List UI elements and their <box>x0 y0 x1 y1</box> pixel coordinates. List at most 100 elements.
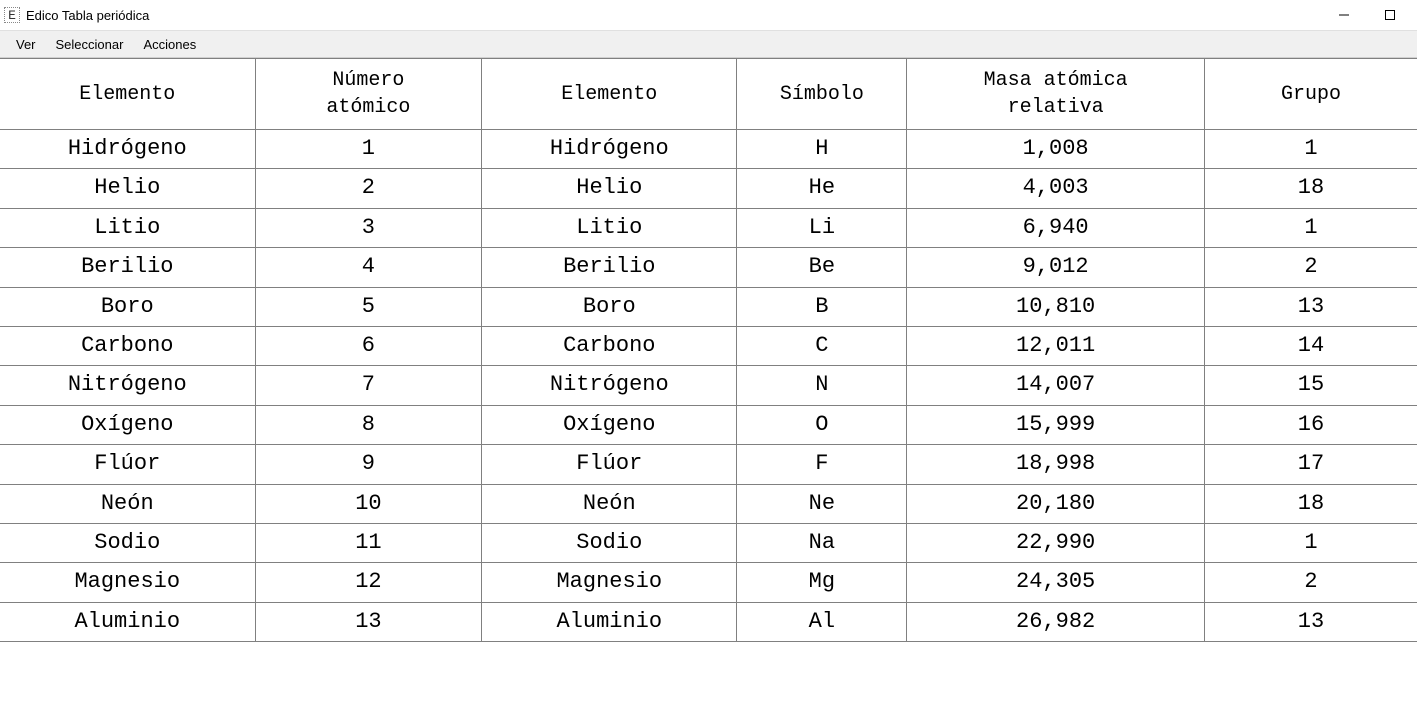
table-cell[interactable]: H <box>737 130 907 169</box>
table-cell[interactable]: 8 <box>255 405 482 444</box>
table-row[interactable]: Helio2HelioHe4,00318 <box>0 169 1417 208</box>
table-cell[interactable]: 16 <box>1204 405 1417 444</box>
col-header-elemento-1[interactable]: Elemento <box>0 59 255 130</box>
table-container[interactable]: Elemento Númeroatómico Elemento Símbolo … <box>0 58 1417 728</box>
table-cell[interactable]: 12,011 <box>907 326 1205 365</box>
table-cell[interactable]: 13 <box>1204 287 1417 326</box>
table-cell[interactable]: Sodio <box>0 523 255 562</box>
table-cell[interactable]: 3 <box>255 208 482 247</box>
table-cell[interactable]: Berilio <box>0 248 255 287</box>
table-cell[interactable]: 9,012 <box>907 248 1205 287</box>
table-row[interactable]: Aluminio13AluminioAl26,98213 <box>0 602 1417 641</box>
table-cell[interactable]: 13 <box>255 602 482 641</box>
table-cell[interactable]: Litio <box>0 208 255 247</box>
table-cell[interactable]: Ne <box>737 484 907 523</box>
table-row[interactable]: Sodio11SodioNa22,9901 <box>0 523 1417 562</box>
table-cell[interactable]: 2 <box>255 169 482 208</box>
col-header-simbolo[interactable]: Símbolo <box>737 59 907 130</box>
menu-ver[interactable]: Ver <box>6 34 46 55</box>
table-cell[interactable]: 1 <box>1204 523 1417 562</box>
table-cell[interactable]: 15 <box>1204 366 1417 405</box>
table-row[interactable]: Nitrógeno7NitrógenoN14,00715 <box>0 366 1417 405</box>
table-row[interactable]: Berilio4BerilioBe9,0122 <box>0 248 1417 287</box>
table-cell[interactable]: 9 <box>255 445 482 484</box>
table-cell[interactable]: Hidrógeno <box>0 130 255 169</box>
table-cell[interactable]: Magnesio <box>482 563 737 602</box>
table-cell[interactable]: F <box>737 445 907 484</box>
table-cell[interactable]: 1,008 <box>907 130 1205 169</box>
table-cell[interactable]: 18,998 <box>907 445 1205 484</box>
table-cell[interactable]: Be <box>737 248 907 287</box>
table-cell[interactable]: 2 <box>1204 563 1417 602</box>
table-cell[interactable]: 4 <box>255 248 482 287</box>
table-cell[interactable]: Hidrógeno <box>482 130 737 169</box>
table-cell[interactable]: 1 <box>255 130 482 169</box>
table-cell[interactable]: Li <box>737 208 907 247</box>
table-cell[interactable]: Boro <box>0 287 255 326</box>
table-cell[interactable]: Neón <box>0 484 255 523</box>
table-cell[interactable]: B <box>737 287 907 326</box>
table-cell[interactable]: Flúor <box>482 445 737 484</box>
table-row[interactable]: Boro5BoroB10,81013 <box>0 287 1417 326</box>
table-cell[interactable]: Carbono <box>482 326 737 365</box>
table-cell[interactable]: 18 <box>1204 169 1417 208</box>
table-row[interactable]: Carbono6CarbonoC12,01114 <box>0 326 1417 365</box>
table-cell[interactable]: 17 <box>1204 445 1417 484</box>
table-cell[interactable]: 10,810 <box>907 287 1205 326</box>
table-cell[interactable]: Mg <box>737 563 907 602</box>
col-header-masa-atomica[interactable]: Masa atómicarelativa <box>907 59 1205 130</box>
table-cell[interactable]: C <box>737 326 907 365</box>
table-cell[interactable]: Al <box>737 602 907 641</box>
maximize-button[interactable] <box>1367 0 1413 30</box>
table-cell[interactable]: 10 <box>255 484 482 523</box>
table-cell[interactable]: Sodio <box>482 523 737 562</box>
table-cell[interactable]: Neón <box>482 484 737 523</box>
table-cell[interactable]: 11 <box>255 523 482 562</box>
table-cell[interactable]: N <box>737 366 907 405</box>
table-cell[interactable]: 26,982 <box>907 602 1205 641</box>
minimize-button[interactable] <box>1321 0 1367 30</box>
table-cell[interactable]: Aluminio <box>482 602 737 641</box>
table-cell[interactable]: 6,940 <box>907 208 1205 247</box>
menu-seleccionar[interactable]: Seleccionar <box>46 34 134 55</box>
table-cell[interactable]: Helio <box>0 169 255 208</box>
table-cell[interactable]: 5 <box>255 287 482 326</box>
menu-acciones[interactable]: Acciones <box>133 34 206 55</box>
table-cell[interactable]: 2 <box>1204 248 1417 287</box>
table-cell[interactable]: Flúor <box>0 445 255 484</box>
col-header-elemento-2[interactable]: Elemento <box>482 59 737 130</box>
table-row[interactable]: Oxígeno8OxígenoO15,99916 <box>0 405 1417 444</box>
table-cell[interactable]: 15,999 <box>907 405 1205 444</box>
table-cell[interactable]: Oxígeno <box>0 405 255 444</box>
table-cell[interactable]: Aluminio <box>0 602 255 641</box>
table-row[interactable]: Flúor9FlúorF18,99817 <box>0 445 1417 484</box>
table-cell[interactable]: Na <box>737 523 907 562</box>
table-cell[interactable]: Litio <box>482 208 737 247</box>
table-cell[interactable]: 1 <box>1204 208 1417 247</box>
table-cell[interactable]: 6 <box>255 326 482 365</box>
table-cell[interactable]: 13 <box>1204 602 1417 641</box>
table-cell[interactable]: Helio <box>482 169 737 208</box>
table-cell[interactable]: 1 <box>1204 130 1417 169</box>
table-cell[interactable]: Carbono <box>0 326 255 365</box>
table-cell[interactable]: Berilio <box>482 248 737 287</box>
col-header-grupo[interactable]: Grupo <box>1204 59 1417 130</box>
table-cell[interactable]: Nitrógeno <box>0 366 255 405</box>
table-cell[interactable]: Magnesio <box>0 563 255 602</box>
table-row[interactable]: Neón10NeónNe20,18018 <box>0 484 1417 523</box>
table-cell[interactable]: Oxígeno <box>482 405 737 444</box>
table-cell[interactable]: 22,990 <box>907 523 1205 562</box>
table-row[interactable]: Hidrógeno1HidrógenoH1,0081 <box>0 130 1417 169</box>
table-cell[interactable]: O <box>737 405 907 444</box>
table-cell[interactable]: 20,180 <box>907 484 1205 523</box>
table-row[interactable]: Magnesio12MagnesioMg24,3052 <box>0 563 1417 602</box>
table-row[interactable]: Litio3LitioLi6,9401 <box>0 208 1417 247</box>
table-cell[interactable]: 24,305 <box>907 563 1205 602</box>
table-cell[interactable]: He <box>737 169 907 208</box>
table-cell[interactable]: 7 <box>255 366 482 405</box>
table-cell[interactable]: Boro <box>482 287 737 326</box>
table-cell[interactable]: 12 <box>255 563 482 602</box>
table-cell[interactable]: 18 <box>1204 484 1417 523</box>
table-cell[interactable]: Nitrógeno <box>482 366 737 405</box>
col-header-numero-atomico[interactable]: Númeroatómico <box>255 59 482 130</box>
